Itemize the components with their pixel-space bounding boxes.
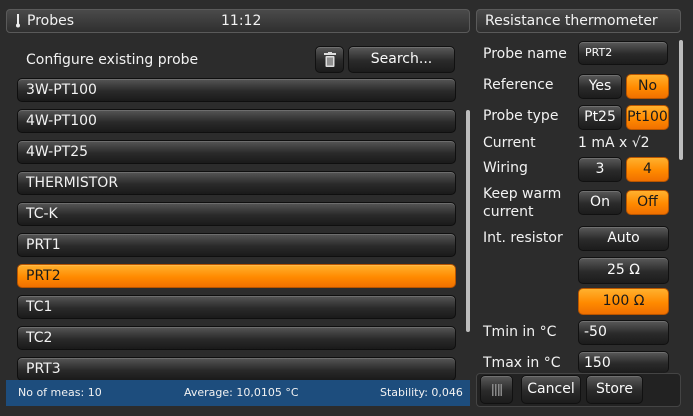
keypad-icon	[491, 384, 502, 396]
tmax-label: Tmax in °C	[483, 355, 561, 371]
tmin-label: Tmin in °C	[483, 324, 557, 340]
properties-scrollbar[interactable]	[679, 40, 683, 160]
app-title: Probes	[27, 13, 75, 29]
section-label: Configure existing probe	[26, 52, 199, 68]
probe-type-pt100-button[interactable]: Pt100	[626, 105, 669, 130]
reference-no-button[interactable]: No	[626, 74, 669, 99]
delete-button[interactable]	[315, 46, 344, 73]
meas-count: No of meas: 10	[18, 386, 102, 399]
tmax-input[interactable]: 150	[578, 351, 669, 373]
cancel-button[interactable]: Cancel	[521, 375, 581, 404]
list-item-selected[interactable]: PRT2	[17, 264, 456, 288]
average-value: Average: 10,0105 °C	[184, 386, 299, 399]
tmin-input[interactable]: -50	[578, 320, 669, 345]
wiring-label: Wiring	[483, 160, 528, 176]
probe-name-input[interactable]: PRT2	[578, 41, 668, 65]
detail-title: Resistance thermometer	[485, 13, 658, 29]
reference-yes-button[interactable]: Yes	[578, 74, 622, 99]
list-scrollbar[interactable]	[466, 110, 470, 332]
list-item[interactable]: TC2	[17, 326, 456, 350]
current-label: Current	[483, 135, 536, 151]
wiring-4-button[interactable]: 4	[626, 157, 669, 182]
int-resistor-auto-button[interactable]: Auto	[578, 226, 669, 251]
list-item[interactable]: TC1	[17, 295, 456, 319]
keep-warm-on-button[interactable]: On	[578, 190, 622, 215]
app-header: Probes 11:12	[6, 9, 470, 33]
list-item[interactable]: PRT3	[17, 357, 456, 381]
keep-warm-off-button[interactable]: Off	[626, 190, 669, 215]
current-value: 1 mA x √2	[578, 135, 650, 151]
list-item[interactable]: THERMISTOR	[17, 171, 456, 195]
list-item[interactable]: 3W-PT100	[17, 78, 456, 102]
int-resistor-100-button[interactable]: 100 Ω	[578, 288, 669, 315]
stability-value: Stability: 0,046	[380, 386, 463, 399]
keep-warm-label-line2: current	[483, 204, 534, 220]
status-bar: No of meas: 10 Average: 10,0105 °C Stabi…	[6, 380, 470, 406]
int-resistor-25-button[interactable]: 25 Ω	[578, 257, 669, 284]
keep-warm-label: Keep warm	[483, 186, 562, 202]
list-item[interactable]: 4W-PT25	[17, 140, 456, 164]
probe-name-label: Probe name	[483, 46, 567, 62]
trash-icon	[323, 52, 336, 67]
int-resistor-label: Int. resistor	[483, 230, 563, 246]
list-item[interactable]: PRT1	[17, 233, 456, 257]
wiring-3-button[interactable]: 3	[578, 157, 622, 182]
keypad-button[interactable]	[480, 375, 513, 404]
search-button[interactable]: Search...	[348, 46, 455, 73]
probe-type-pt25-button[interactable]: Pt25	[578, 105, 622, 130]
clock: 11:12	[221, 13, 262, 29]
store-button[interactable]: Store	[586, 375, 643, 404]
thermometer-icon	[16, 14, 20, 28]
list-item[interactable]: TC-K	[17, 202, 456, 226]
reference-label: Reference	[483, 77, 554, 93]
list-item[interactable]: 4W-PT100	[17, 109, 456, 133]
detail-header: Resistance thermometer	[476, 9, 681, 33]
probe-type-label: Probe type	[483, 108, 559, 124]
